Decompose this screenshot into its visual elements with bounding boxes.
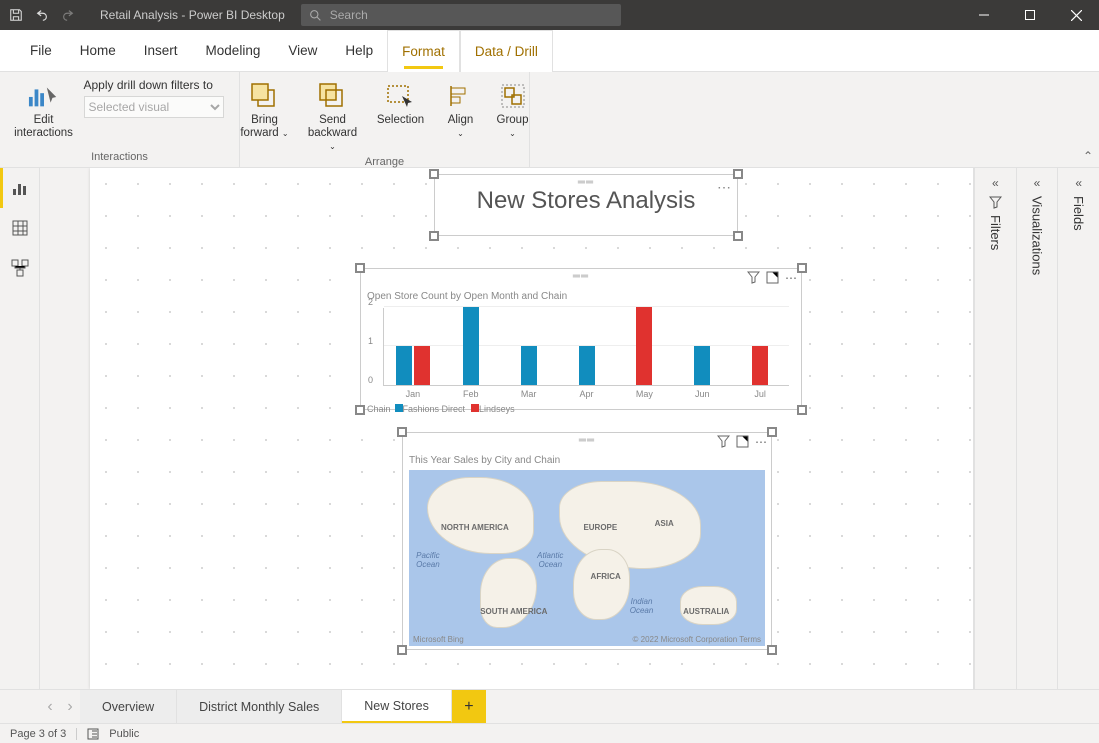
view-rail	[0, 168, 40, 689]
drag-handle-icon[interactable]: ══	[573, 271, 589, 282]
search-placeholder: Search	[330, 8, 368, 22]
chevron-left-icon: «	[1034, 176, 1041, 190]
filter-icon[interactable]	[717, 435, 730, 449]
data-view-button[interactable]	[0, 208, 39, 248]
group-icon	[497, 80, 529, 112]
map-attribution-right: © 2022 Microsoft Corporation Terms	[633, 635, 761, 644]
map-attribution-left: Microsoft Bing	[413, 635, 464, 644]
map-visual[interactable]: ══ ⋯ This Year Sales by City and Chain N…	[402, 432, 772, 650]
tab-overview[interactable]: Overview	[80, 690, 177, 723]
search-input[interactable]: Search	[301, 4, 621, 26]
save-icon[interactable]	[8, 7, 24, 23]
page-tabs: ‹ › Overview District Monthly Sales New …	[0, 689, 1099, 723]
tab-district-monthly-sales[interactable]: District Monthly Sales	[177, 690, 342, 723]
report-view-button[interactable]	[0, 168, 39, 208]
align-button[interactable]: Align⌄	[441, 78, 481, 140]
bar-group: Jun	[673, 308, 731, 385]
edit-interactions-button[interactable]: Edit interactions	[16, 78, 72, 140]
search-icon	[309, 9, 322, 22]
menu-home[interactable]: Home	[66, 30, 130, 71]
map-visual-title: This Year Sales by City and Chain	[403, 453, 771, 468]
drag-handle-icon[interactable]: ══	[578, 177, 594, 188]
ribbon-group-interactions: Interactions	[91, 149, 148, 165]
page-indicator: Page 3 of 3	[10, 728, 66, 740]
add-page-button[interactable]: +	[452, 690, 486, 723]
bar-group: Jul	[731, 308, 789, 385]
filter-icon	[989, 196, 1002, 209]
menubar: File Home Insert Modeling View Help Form…	[0, 30, 1099, 72]
apply-drill-label: Apply drill down filters to	[84, 78, 224, 92]
menu-insert[interactable]: Insert	[130, 30, 192, 71]
sensitivity-label: Public	[109, 728, 139, 740]
menu-modeling[interactable]: Modeling	[192, 30, 275, 71]
bring-forward-icon	[249, 80, 281, 112]
bar-visual-title: Open Store Count by Open Month and Chain	[361, 289, 801, 304]
visual-more-icon[interactable]: ⋯	[785, 271, 797, 285]
map-body[interactable]: NORTH AMERICA SOUTH AMERICA EUROPE AFRIC…	[409, 470, 765, 646]
filter-icon[interactable]	[747, 271, 760, 285]
bar[interactable]	[579, 346, 595, 385]
drag-handle-icon[interactable]: ══	[579, 435, 595, 446]
align-icon	[445, 80, 477, 112]
selection-icon	[385, 80, 417, 112]
bar[interactable]	[521, 346, 537, 385]
bar-group: Jan	[384, 308, 442, 385]
status-bar: Page 3 of 3 Public	[0, 723, 1099, 743]
menu-data-drill[interactable]: Data / Drill	[460, 30, 553, 72]
visual-more-icon[interactable]: ⋯	[755, 435, 767, 449]
ribbon: Edit interactions Apply drill down filte…	[0, 72, 1099, 168]
minimize-button[interactable]	[961, 0, 1007, 30]
drill-scope-select[interactable]: Selected visual	[84, 96, 224, 118]
group-button[interactable]: Group⌄	[493, 78, 533, 140]
bar-group: May	[615, 308, 673, 385]
title-visual[interactable]: ══ ⋯ New Stores Analysis	[434, 174, 738, 236]
edit-interactions-icon	[28, 80, 60, 112]
model-view-button[interactable]	[0, 248, 39, 288]
menu-file[interactable]: File	[16, 30, 66, 71]
menu-help[interactable]: Help	[331, 30, 387, 71]
report-canvas[interactable]: ══ ⋯ New Stores Analysis ══ ⋯ Open Store…	[90, 168, 973, 689]
send-backward-icon	[317, 80, 349, 112]
bar[interactable]	[463, 307, 479, 385]
bring-forward-button[interactable]: Bring forward ⌄	[237, 78, 293, 140]
focus-mode-icon[interactable]	[766, 271, 779, 285]
collapsed-panes: « Filters « Visualizations « Fields	[973, 168, 1099, 689]
bar-visual[interactable]: ══ ⋯ Open Store Count by Open Month and …	[360, 268, 802, 410]
bar-group: Mar	[500, 308, 558, 385]
bar-group: Apr	[558, 308, 616, 385]
bar[interactable]	[636, 307, 652, 385]
menu-view[interactable]: View	[274, 30, 331, 71]
tab-nav-left[interactable]: ‹	[40, 690, 60, 723]
tab-new-stores[interactable]: New Stores	[342, 690, 452, 723]
filters-pane[interactable]: « Filters	[974, 168, 1016, 689]
bar[interactable]	[694, 346, 710, 385]
chevron-left-icon: «	[992, 176, 999, 190]
canvas-area[interactable]: ══ ⋯ New Stores Analysis ══ ⋯ Open Store…	[40, 168, 973, 689]
redo-icon[interactable]	[60, 7, 76, 23]
chevron-left-icon: «	[1075, 176, 1082, 190]
bar[interactable]	[414, 346, 430, 385]
selection-pane-button[interactable]: Selection	[373, 78, 429, 127]
undo-icon[interactable]	[34, 7, 50, 23]
fields-pane[interactable]: « Fields	[1057, 168, 1099, 689]
menu-format[interactable]: Format	[387, 30, 460, 72]
maximize-button[interactable]	[1007, 0, 1053, 30]
close-button[interactable]	[1053, 0, 1099, 30]
window-title: Retail Analysis - Power BI Desktop	[84, 8, 301, 22]
sensitivity-icon[interactable]	[87, 728, 99, 740]
focus-mode-icon[interactable]	[736, 435, 749, 449]
send-backward-button[interactable]: Send backward ⌄	[305, 78, 361, 154]
bar-chart: 0 1 2 JanFebMarAprMayJunJul Chain Fashio…	[361, 304, 801, 420]
visual-more-icon[interactable]: ⋯	[717, 179, 731, 196]
bar-group: Feb	[442, 308, 500, 385]
tab-nav-right[interactable]: ›	[60, 690, 80, 723]
visualizations-pane[interactable]: « Visualizations	[1016, 168, 1058, 689]
bar[interactable]	[396, 346, 412, 385]
titlebar: Retail Analysis - Power BI Desktop Searc…	[0, 0, 1099, 30]
collapse-ribbon-icon[interactable]: ⌃	[1083, 149, 1093, 163]
bar[interactable]	[752, 346, 768, 385]
